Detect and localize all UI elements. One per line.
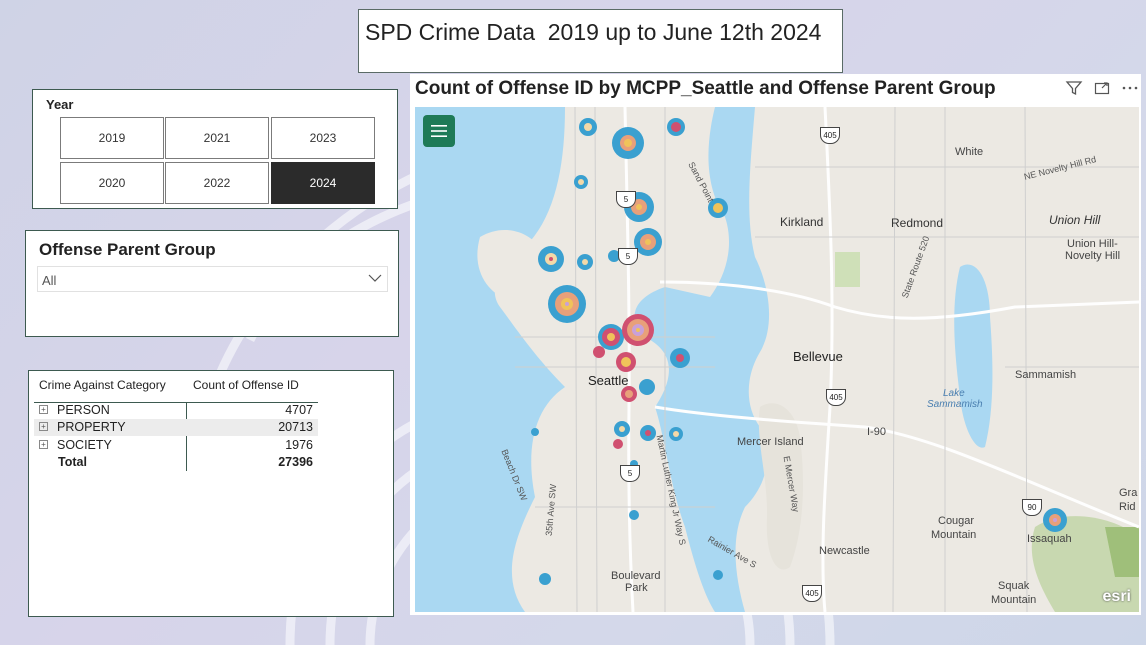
map-label-newcastle: Newcastle xyxy=(819,545,870,557)
hamburger-icon xyxy=(431,125,447,137)
map-label-i90: I-90 xyxy=(867,426,886,438)
row-category: PERSON xyxy=(57,403,110,417)
map-label-novelty-hill: Novelty Hill xyxy=(1065,250,1121,262)
row-category: SOCIETY xyxy=(57,438,112,452)
expand-icon[interactable]: + xyxy=(39,440,48,449)
map-label-squak-mountain: Mountain xyxy=(991,594,1037,606)
highway-shield: 90 xyxy=(1022,499,1042,516)
map-visual: Count of Offense ID by MCPP_Seattle and … xyxy=(410,74,1141,615)
offense-slicer-label: Offense Parent Group xyxy=(39,240,216,259)
year-button-2020[interactable]: 2020 xyxy=(60,162,164,204)
map-label-union-hill-novelty: Union Hill- xyxy=(1067,238,1118,250)
highway-shield: 405 xyxy=(820,127,840,144)
visual-toolbar xyxy=(1065,79,1139,97)
map-label-mercer-island: Mercer Island xyxy=(737,436,804,448)
map-menu-button[interactable] xyxy=(423,115,455,147)
year-button-2024[interactable]: 2024 xyxy=(271,162,375,204)
map-label-gra: Gra xyxy=(1119,487,1138,499)
map-title: Count of Offense ID by MCPP_Seattle and … xyxy=(415,78,996,99)
expand-icon[interactable]: + xyxy=(39,422,48,431)
map-label-union-hill: Union Hill xyxy=(1049,213,1101,227)
page-title: SPD Crime Data 2019 up to June 12th 2024 xyxy=(365,19,822,45)
map-label-cougar-mountain: Mountain xyxy=(931,529,977,541)
map-label-park: Park xyxy=(625,582,648,594)
total-label: Total xyxy=(58,455,87,469)
map-label-cougar: Cougar xyxy=(938,515,975,527)
map-label-white: White xyxy=(955,146,984,158)
map-label-rid: Rid xyxy=(1119,501,1136,513)
map-label-squak: Squak xyxy=(998,580,1030,592)
row-category: PROPERTY xyxy=(57,420,126,434)
offense-group-dropdown[interactable]: All xyxy=(37,266,388,292)
highway-shield: 405 xyxy=(826,389,846,406)
column-header-category[interactable]: Crime Against Category xyxy=(39,378,166,392)
offense-parent-group-slicer: Offense Parent Group All xyxy=(25,230,399,337)
table-row: + PERSON 4707 xyxy=(34,402,318,419)
filter-icon[interactable] xyxy=(1065,79,1083,97)
offense-group-value: All xyxy=(42,273,57,288)
esri-logo: esri xyxy=(1102,588,1131,605)
table-row: + PROPERTY 20713 xyxy=(34,419,318,436)
map-label-bellevue: Bellevue xyxy=(793,349,843,364)
highway-shield: 405 xyxy=(802,585,822,602)
year-slicer-label: Year xyxy=(46,97,74,112)
highway-shield: 5 xyxy=(618,248,638,265)
map-label-sammamish: Sammamish xyxy=(1015,369,1077,381)
crime-category-table: Crime Against Category Count of Offense … xyxy=(28,370,394,617)
map-label-seattle: Seattle xyxy=(588,373,629,388)
row-count: 20713 xyxy=(278,420,313,434)
row-count: 1976 xyxy=(285,438,313,452)
row-count: 4707 xyxy=(285,403,313,417)
green-park-1 xyxy=(835,252,860,287)
map-label-redmond: Redmond xyxy=(891,216,944,230)
year-button-2022[interactable]: 2022 xyxy=(165,162,269,204)
highway-shield: 5 xyxy=(620,465,640,482)
map-label-lake-sammamish: Sammamish xyxy=(927,399,983,410)
expand-icon[interactable]: + xyxy=(39,405,48,414)
map-label-boulevard: Boulevard xyxy=(611,570,661,582)
map-canvas[interactable]: Seattle Bellevue Kirkland Redmond White … xyxy=(415,107,1139,612)
map-label-lake: Lake xyxy=(943,388,965,399)
year-button-2019[interactable]: 2019 xyxy=(60,117,164,159)
year-slicer: Year 2019 2021 2023 2020 2022 2024 xyxy=(32,89,398,209)
map-label-issaquah: Issaquah xyxy=(1027,533,1072,545)
focus-mode-icon[interactable] xyxy=(1093,79,1111,97)
table-row: + SOCIETY 1976 xyxy=(34,437,318,454)
map-label-kirkland: Kirkland xyxy=(780,215,824,229)
total-count: 27396 xyxy=(278,455,313,469)
year-button-2023[interactable]: 2023 xyxy=(271,117,375,159)
highway-shield: 5 xyxy=(616,191,636,208)
page-title-box: SPD Crime Data 2019 up to June 12th 2024 xyxy=(358,9,843,73)
column-header-count[interactable]: Count of Offense ID xyxy=(193,378,299,392)
chevron-down-icon xyxy=(368,274,382,282)
table-total-row: Total 27396 xyxy=(34,454,318,471)
more-options-icon[interactable] xyxy=(1121,79,1139,97)
year-button-2021[interactable]: 2021 xyxy=(165,117,269,159)
